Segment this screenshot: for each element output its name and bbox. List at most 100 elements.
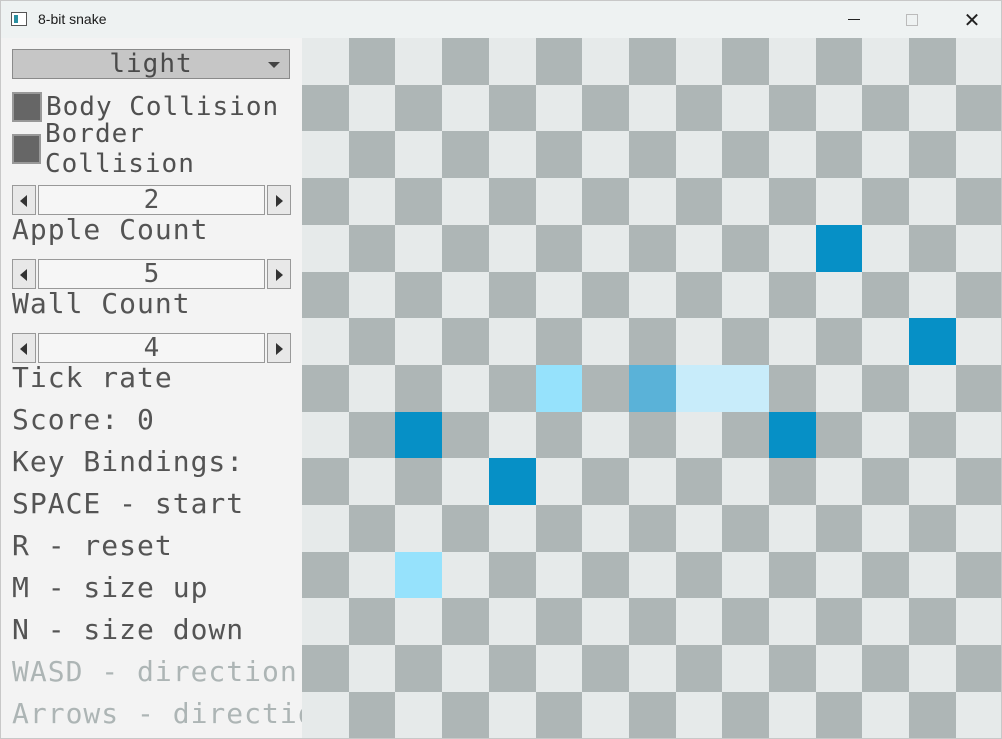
board-cell <box>862 505 910 552</box>
board-cell <box>722 38 770 85</box>
board-cell <box>815 551 863 599</box>
board-cell <box>582 38 630 85</box>
board-cell <box>815 411 863 459</box>
board-cell <box>769 598 816 646</box>
board-cell <box>909 691 957 738</box>
snake-body-segment <box>675 364 723 412</box>
board-cell <box>909 131 957 179</box>
board-cell <box>955 271 1001 319</box>
title-bar[interactable]: 8-bit snake ✕ <box>1 1 1001 38</box>
board-cell <box>628 271 676 319</box>
board-cell <box>675 84 723 132</box>
tick-rate-spinner: 4 <box>12 333 291 363</box>
minimize-icon <box>848 19 860 20</box>
tick-rate-input[interactable]: 4 <box>38 333 265 363</box>
board-cell <box>815 645 863 693</box>
tick-rate-decrement-button[interactable] <box>12 333 36 363</box>
board-cell <box>395 598 443 646</box>
board-cell <box>955 364 1001 412</box>
snake-body-segment <box>722 364 770 412</box>
board-cell <box>862 38 910 85</box>
board-cell <box>909 411 957 459</box>
board-cell <box>442 131 490 179</box>
board-cell <box>582 178 630 226</box>
binding-size-down: N - size down <box>12 613 245 646</box>
board-cell <box>628 318 676 366</box>
board-cell <box>302 411 349 459</box>
board-cell <box>909 38 957 85</box>
board-cell <box>769 178 816 226</box>
board-cell <box>348 411 396 459</box>
board-cell <box>348 645 396 693</box>
wall-tile <box>815 224 863 272</box>
board-cell <box>302 224 349 272</box>
border-collision-checkbox[interactable] <box>12 134 41 164</box>
apple-count-spinner: 2 <box>12 185 291 215</box>
tick-rate-increment-button[interactable] <box>267 333 291 363</box>
board-cell <box>582 318 630 366</box>
app-icon <box>11 12 27 26</box>
board-cell <box>722 505 770 552</box>
board-cell <box>395 645 443 693</box>
wall-tile <box>769 411 816 459</box>
board-cell <box>488 224 536 272</box>
board-cell <box>488 38 536 85</box>
board-cell <box>675 271 723 319</box>
board-cell <box>302 691 349 738</box>
board-cell <box>442 598 490 646</box>
board-cell <box>442 458 490 506</box>
board-cell <box>722 458 770 506</box>
board-cell <box>488 598 536 646</box>
wall-count-input[interactable]: 5 <box>38 259 265 289</box>
body-collision-checkbox[interactable] <box>12 92 42 122</box>
wall-count-increment-button[interactable] <box>267 259 291 289</box>
theme-dropdown-value: light <box>109 49 193 79</box>
border-collision-toggle[interactable]: Border Collision <box>12 119 301 179</box>
board-cell <box>815 598 863 646</box>
board-cell <box>442 224 490 272</box>
apple-count-decrement-button[interactable] <box>12 185 36 215</box>
board-cell <box>582 505 630 552</box>
board-cell <box>722 411 770 459</box>
board-cell <box>815 84 863 132</box>
board-cell <box>769 458 816 506</box>
board-cell <box>488 178 536 226</box>
app-window: 8-bit snake ✕ light Body Collision Borde… <box>0 0 1002 739</box>
maximize-button[interactable] <box>889 1 935 38</box>
board-cell <box>628 224 676 272</box>
minimize-button[interactable] <box>831 1 877 38</box>
apple-tile <box>395 551 443 599</box>
board-cell <box>815 178 863 226</box>
board-cell <box>722 178 770 226</box>
apple-count-increment-button[interactable] <box>267 185 291 215</box>
board-cell <box>348 224 396 272</box>
wall-tile <box>488 458 536 506</box>
board-cell <box>909 598 957 646</box>
game-board[interactable] <box>302 38 1001 738</box>
binding-space: SPACE - start <box>12 487 245 520</box>
board-cell <box>582 645 630 693</box>
apple-count-input[interactable]: 2 <box>38 185 265 215</box>
settings-panel: light Body Collision Border Collision 2 … <box>1 38 332 738</box>
board-cell <box>488 645 536 693</box>
board-cell <box>348 364 396 412</box>
board-cell <box>395 271 443 319</box>
board-cell <box>582 271 630 319</box>
board-cell <box>442 411 490 459</box>
board-cell <box>769 691 816 738</box>
board-cell <box>582 131 630 179</box>
tick-rate-label: Tick rate <box>12 361 173 394</box>
board-cell <box>348 551 396 599</box>
board-cell <box>535 598 583 646</box>
board-cell <box>302 84 349 132</box>
theme-dropdown[interactable]: light <box>12 49 290 79</box>
board-cell <box>862 131 910 179</box>
board-cell <box>442 645 490 693</box>
wall-count-decrement-button[interactable] <box>12 259 36 289</box>
board-cell <box>955 131 1001 179</box>
board-cell <box>628 691 676 738</box>
board-cell <box>769 505 816 552</box>
close-button[interactable]: ✕ <box>949 1 995 38</box>
board-cell <box>628 38 676 85</box>
board-cell <box>535 458 583 506</box>
